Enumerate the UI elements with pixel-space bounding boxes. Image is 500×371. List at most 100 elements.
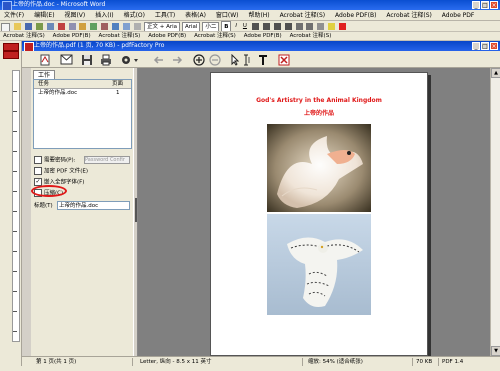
font-color-icon[interactable] bbox=[339, 23, 347, 30]
menu-file[interactable]: 文件(F) bbox=[0, 10, 28, 20]
encrypt-pdf-option[interactable]: 加密 PDF 文件(E) bbox=[34, 167, 88, 176]
require-password-checkbox[interactable] bbox=[34, 156, 42, 164]
pdf-icon[interactable] bbox=[3, 43, 19, 51]
zoom-out-icon[interactable] bbox=[208, 53, 221, 66]
pdf-maximize-button[interactable]: □ bbox=[481, 42, 489, 50]
copy-icon[interactable] bbox=[68, 23, 76, 30]
menu-help[interactable]: 帮助(H) bbox=[244, 10, 273, 20]
menu-format[interactable]: 格式(O) bbox=[120, 10, 149, 20]
list-item[interactable]: 上帝的作品.doc 1 bbox=[34, 89, 131, 97]
column-header-pages[interactable]: 页面 bbox=[112, 80, 123, 88]
bullets-icon[interactable] bbox=[306, 23, 314, 30]
show-hide-icon[interactable] bbox=[134, 23, 142, 30]
task-list: 任务 页面 上帝的作品.doc 1 bbox=[33, 79, 132, 149]
task-pages: 1 bbox=[116, 90, 120, 96]
pdf-mail-icon[interactable] bbox=[3, 51, 19, 59]
tab-work[interactable]: 工作 bbox=[33, 70, 55, 79]
cut-icon[interactable] bbox=[57, 23, 65, 30]
align-center-icon[interactable] bbox=[262, 23, 270, 30]
toolbar-acrobat-comments-3[interactable]: Acrobat 注释(S) bbox=[191, 32, 239, 40]
toolbar-adobe-pdf-1[interactable]: Adobe PDF(B) bbox=[50, 32, 94, 40]
align-right-icon[interactable] bbox=[273, 23, 281, 30]
menu-edit[interactable]: 编辑(E) bbox=[30, 10, 58, 20]
undo-icon[interactable] bbox=[90, 23, 98, 30]
text-select-icon[interactable] bbox=[242, 53, 254, 66]
indent-icon[interactable] bbox=[317, 23, 325, 30]
formatting-toolbar: 正文 + Aria Arial 小二 B I U bbox=[0, 21, 500, 32]
paste-icon[interactable] bbox=[79, 23, 87, 30]
word-window-title: 上帝的作品.doc - Microsoft Word bbox=[12, 1, 106, 8]
print-icon[interactable] bbox=[99, 53, 112, 66]
column-header-task[interactable]: 任务 bbox=[38, 80, 49, 88]
scroll-down-icon[interactable]: ▼ bbox=[491, 346, 500, 356]
bold-button[interactable]: B bbox=[221, 21, 232, 31]
open-icon[interactable] bbox=[13, 23, 21, 30]
preview-icon[interactable] bbox=[46, 23, 54, 30]
title-input[interactable]: 上帝的作品.doc bbox=[57, 201, 130, 210]
close-button[interactable]: × bbox=[490, 1, 498, 9]
select-cursor-icon[interactable] bbox=[230, 53, 240, 66]
pdffactory-title-bar: 上帝的作品.pdf (1 页, 70 KB) - pdfFactory Pro … bbox=[22, 41, 500, 52]
settings-gear-icon[interactable] bbox=[119, 53, 141, 66]
minimize-button[interactable]: _ bbox=[472, 1, 480, 9]
pdf-document-icon[interactable] bbox=[38, 53, 51, 66]
pdffactory-toolbar bbox=[22, 51, 500, 68]
highlight-icon[interactable] bbox=[328, 23, 336, 30]
vertical-ruler bbox=[12, 70, 20, 342]
columns-icon[interactable] bbox=[123, 23, 131, 30]
font-dropdown[interactable]: Arial bbox=[181, 22, 201, 31]
menu-table[interactable]: 表格(A) bbox=[181, 10, 210, 20]
task-list-header: 任务 页面 bbox=[34, 80, 131, 89]
align-left-icon[interactable] bbox=[251, 23, 259, 30]
redo-icon[interactable] bbox=[101, 23, 109, 30]
back-arrow-icon[interactable] bbox=[152, 53, 165, 66]
toolbar-adobe-pdf-2[interactable]: Adobe PDF(B) bbox=[145, 32, 189, 40]
menu-bar: 文件(F) 编辑(E) 视图(V) 插入(I) 格式(O) 工具(T) 表格(A… bbox=[0, 10, 500, 21]
new-doc-icon[interactable] bbox=[1, 23, 10, 31]
underline-button[interactable]: U bbox=[241, 21, 249, 31]
font-size-dropdown[interactable]: 小二 bbox=[202, 22, 220, 31]
pdf-minimize-button[interactable]: _ bbox=[472, 42, 480, 50]
title-label: 标题(T) bbox=[34, 203, 53, 209]
toolbar-acrobat-comments-1[interactable]: Acrobat 注释(S) bbox=[0, 32, 48, 40]
word-title-bar: 上帝的作品.doc - Microsoft Word _ □ × bbox=[0, 0, 500, 11]
menu-adobe-pdf-2[interactable]: Adobe PDF bbox=[438, 10, 479, 20]
toolbar-acrobat-comments-2[interactable]: Acrobat 注释(S) bbox=[96, 32, 144, 40]
menu-adobe-pdf[interactable]: Adobe PDF(B) bbox=[331, 10, 380, 20]
password-confirm-field[interactable]: Password Confir bbox=[84, 156, 130, 164]
scroll-up-icon[interactable]: ▲ bbox=[491, 68, 500, 78]
print-icon[interactable] bbox=[35, 23, 43, 30]
toolbar-acrobat-comments-4[interactable]: Acrobat 注释(S) bbox=[287, 32, 335, 40]
menu-window[interactable]: 窗口(W) bbox=[212, 10, 243, 20]
maximize-button[interactable]: □ bbox=[481, 1, 489, 9]
require-password-label: 需要密码(P): bbox=[44, 157, 76, 164]
encrypt-pdf-label: 加密 PDF 文件(E) bbox=[44, 168, 88, 175]
save-icon[interactable] bbox=[24, 23, 32, 30]
toolbar-adobe-pdf-3[interactable]: Adobe PDF(B) bbox=[241, 32, 285, 40]
require-password-option[interactable]: 需要密码(P): bbox=[34, 156, 75, 165]
numbering-icon[interactable] bbox=[295, 23, 303, 30]
zoom-in-icon[interactable] bbox=[192, 53, 205, 66]
justify-icon[interactable] bbox=[284, 23, 292, 30]
pdf-close-button[interactable]: × bbox=[490, 42, 498, 50]
vertical-scrollbar[interactable]: ▲ ▼ bbox=[490, 68, 500, 356]
menu-acrobat-comments[interactable]: Acrobat 注释(S) bbox=[276, 10, 330, 20]
word-status-strip bbox=[0, 366, 500, 371]
password-confirm-placeholder: Password Confir bbox=[85, 157, 125, 163]
betta-fish-image bbox=[267, 124, 371, 212]
menu-view[interactable]: 视图(V) bbox=[60, 10, 89, 20]
acrobat-toolbar: Acrobat 注释(S) Adobe PDF(B) Acrobat 注释(S)… bbox=[0, 32, 500, 41]
encrypt-pdf-checkbox[interactable] bbox=[34, 167, 42, 175]
save-icon[interactable] bbox=[80, 53, 93, 66]
menu-insert[interactable]: 插入(I) bbox=[91, 10, 117, 20]
email-icon[interactable] bbox=[59, 53, 73, 66]
forward-arrow-icon[interactable] bbox=[170, 53, 183, 66]
text-tool-icon[interactable] bbox=[257, 53, 268, 66]
style-dropdown[interactable]: 正文 + Aria bbox=[143, 22, 181, 31]
menu-acrobat-comments-2[interactable]: Acrobat 注释(S) bbox=[382, 10, 436, 20]
italic-button[interactable]: I bbox=[233, 21, 239, 31]
menu-tools[interactable]: 工具(T) bbox=[151, 10, 179, 20]
document-title: God's Artistry in the Animal Kingdom bbox=[256, 97, 382, 104]
delete-page-icon[interactable] bbox=[277, 53, 290, 66]
table-icon[interactable] bbox=[112, 23, 120, 30]
